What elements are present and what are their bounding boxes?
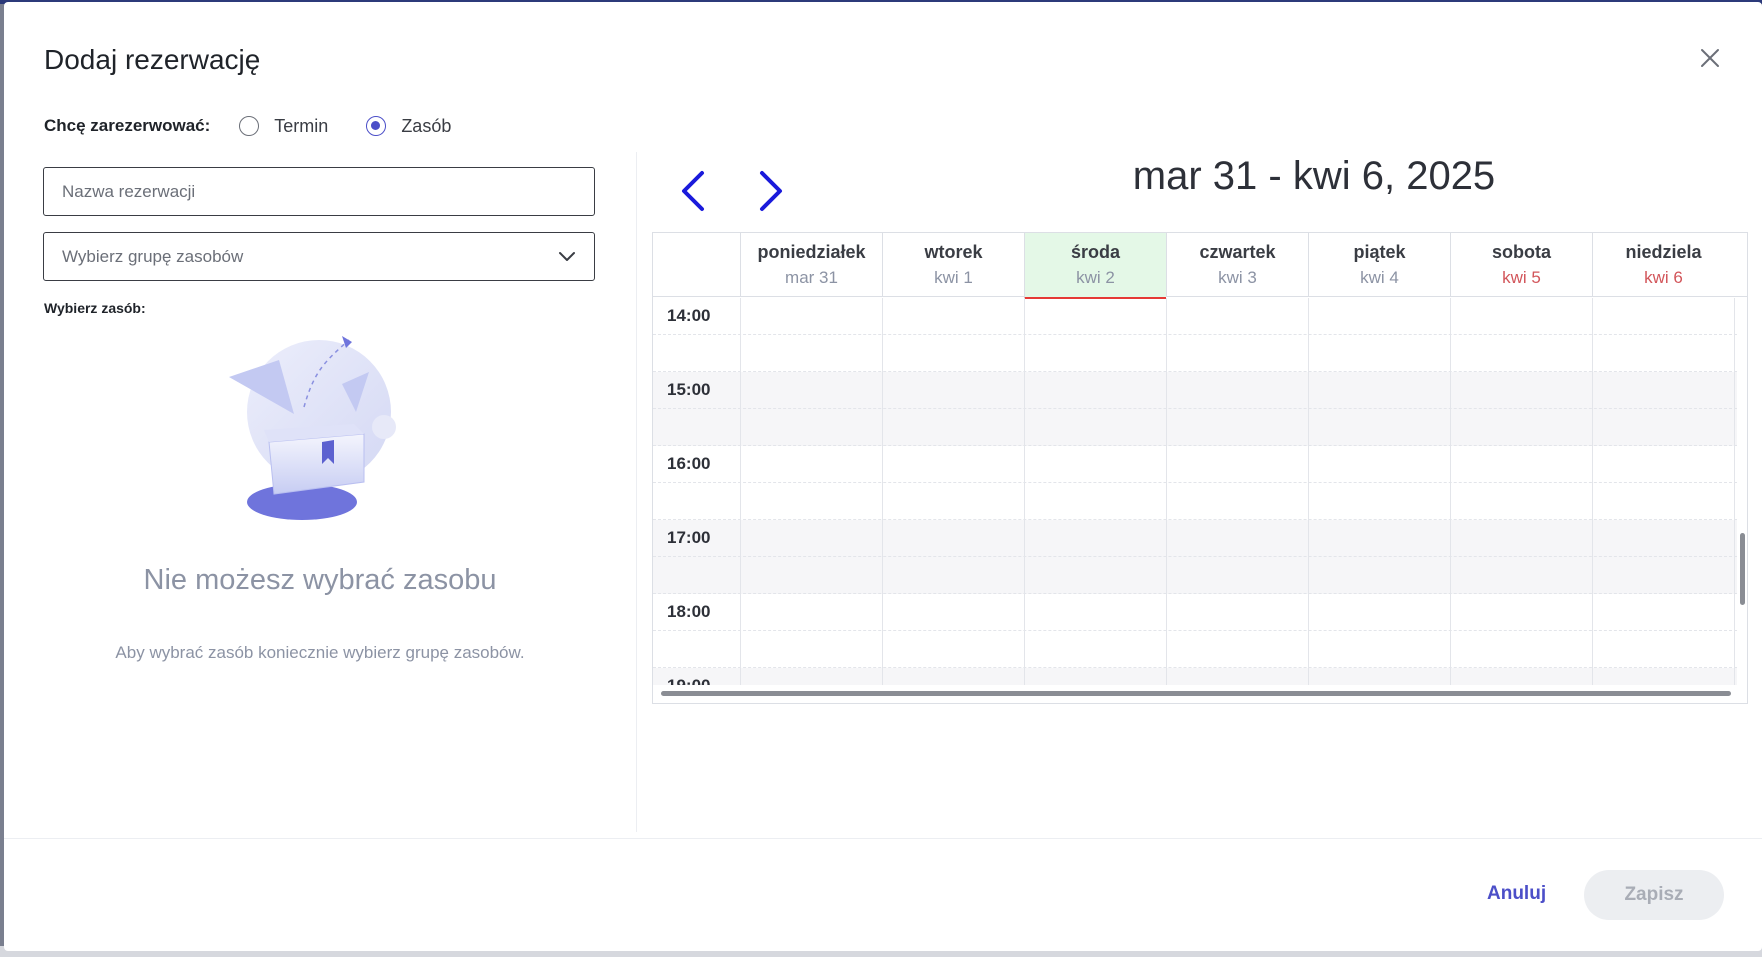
time-slot-row[interactable] [653, 335, 1737, 372]
reservation-type-group: Chcę zarezerwować: Termin Zasób [44, 112, 489, 140]
empty-state-description: Aby wybrać zasób koniecznie wybierz grup… [115, 643, 525, 662]
day-name: niedziela [1625, 242, 1702, 262]
time-slot-row[interactable] [653, 446, 1737, 483]
day-date: kwi 4 [1360, 268, 1399, 287]
dialog-title: Dodaj rezerwację [44, 44, 261, 75]
radio-zasob[interactable]: Zasób [366, 116, 451, 137]
day-header-sunday: niedziela kwi 6 [1592, 233, 1734, 297]
radio-zasob-circle[interactable] [366, 116, 387, 136]
day-date: kwi 2 [1076, 268, 1115, 287]
day-header-wednesday-today: środa kwi 2 [1024, 233, 1166, 299]
previous-week-button[interactable] [672, 167, 712, 215]
save-button[interactable]: Zapisz [1584, 870, 1724, 920]
radio-termin-label: Termin [274, 115, 329, 136]
day-date: kwi 5 [1502, 268, 1541, 287]
day-column-line [1308, 298, 1309, 685]
empty-state-title: Nie możesz wybrać zasobu [143, 564, 497, 596]
day-name: wtorek [924, 242, 983, 262]
reservation-type-label: Chcę zarezerwować: [44, 116, 211, 135]
vertical-scrollbar[interactable] [1740, 533, 1745, 605]
week-range-title: mar 31 - kwi 6, 2025 [1132, 154, 1496, 198]
add-reservation-dialog: Dodaj rezerwację Chcę zarezerwować: Term… [4, 2, 1762, 951]
day-column-line [1166, 298, 1167, 685]
hour-label: 19:00 [667, 676, 710, 685]
time-slot-row[interactable] [653, 594, 1737, 631]
day-column-line [740, 298, 741, 685]
day-name: piątek [1353, 242, 1406, 262]
day-name: środa [1070, 242, 1121, 262]
day-header-saturday: sobota kwi 5 [1450, 233, 1592, 297]
reservation-name-placeholder: Nazwa rezerwacji [62, 181, 196, 201]
time-slot-row[interactable] [653, 631, 1737, 668]
close-icon [1701, 49, 1719, 67]
hour-label: 17:00 [667, 528, 711, 547]
chevron-left-icon [682, 171, 704, 211]
day-column-line [1592, 298, 1593, 685]
chevron-down-icon [559, 251, 575, 261]
time-slot-row[interactable] [653, 298, 1737, 335]
time-slot-row[interactable] [653, 668, 1737, 685]
calendar-header: poniedziałek mar 31 wtorek kwi 1 środa k… [653, 233, 1747, 299]
day-header-monday: poniedziałek mar 31 [740, 233, 882, 297]
chevron-right-icon [760, 171, 782, 211]
radio-termin[interactable]: Termin [239, 116, 328, 137]
day-name: czwartek [1199, 242, 1276, 262]
time-slot-row[interactable] [653, 557, 1737, 594]
hour-label: 18:00 [667, 602, 711, 621]
cancel-button[interactable]: Anuluj [1487, 874, 1546, 914]
day-column-line [1450, 298, 1451, 685]
day-date: kwi 3 [1218, 268, 1257, 287]
footer-divider [4, 838, 1762, 839]
time-slot-row[interactable] [653, 372, 1737, 409]
time-slot-row[interactable] [653, 483, 1737, 520]
radio-termin-circle[interactable] [239, 116, 260, 136]
calendar-time-grid[interactable]: 14:00 15:00 16:00 17:00 18:00 19:00 [653, 298, 1737, 685]
resource-label: Wybierz zasób: [44, 300, 146, 316]
day-name: sobota [1491, 242, 1551, 262]
empty-box-illustration [229, 336, 396, 520]
day-header-thursday: czwartek kwi 3 [1166, 233, 1308, 297]
panel-divider [636, 152, 637, 832]
day-column-line [882, 298, 883, 685]
day-column-line [1024, 298, 1025, 685]
hour-label: 16:00 [667, 454, 711, 473]
hour-label: 15:00 [667, 380, 711, 399]
hour-label: 14:00 [667, 306, 711, 325]
horizontal-scrollbar[interactable] [661, 691, 1731, 696]
resource-group-select-value: Wybierz grupę zasobów [62, 246, 244, 266]
reservation-name-input[interactable]: Nazwa rezerwacji [43, 167, 595, 216]
time-slot-row[interactable] [653, 520, 1737, 557]
next-week-button[interactable] [752, 167, 792, 215]
day-header-tuesday: wtorek kwi 1 [882, 233, 1024, 297]
day-date: mar 31 [785, 268, 838, 287]
close-button[interactable] [1694, 42, 1726, 74]
time-slot-row[interactable] [653, 409, 1737, 446]
radio-zasob-label: Zasób [401, 115, 452, 136]
day-date: kwi 1 [934, 268, 973, 287]
day-column-line [1734, 298, 1735, 685]
week-calendar: poniedziałek mar 31 wtorek kwi 1 środa k… [652, 232, 1748, 704]
resource-group-select[interactable]: Wybierz grupę zasobów [43, 232, 595, 281]
day-name: poniedziałek [757, 242, 866, 262]
day-header-friday: piątek kwi 4 [1308, 233, 1450, 297]
day-date: kwi 6 [1644, 268, 1683, 287]
